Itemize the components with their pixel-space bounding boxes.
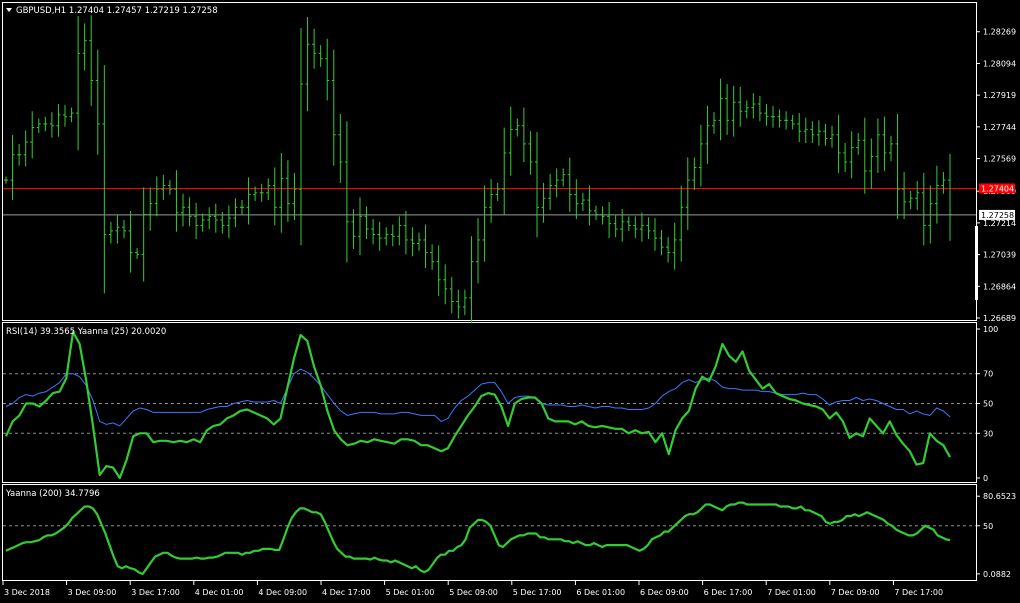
price-axis[interactable]: 1.282691.280941.279191.277441.275691.273… [976, 28, 1016, 323]
scroll-indicator[interactable] [975, 226, 978, 300]
time-tick-label: 5 Dec 09:00 [449, 588, 498, 597]
price-tick-label: 1.28094 [983, 59, 1016, 68]
rsi-tick-label: 50 [983, 400, 993, 409]
current-price-tag: 1.27258 [979, 209, 1015, 220]
red-line-price-tag: 1.27404 [979, 183, 1015, 194]
rsi-tick-label: 0 [983, 474, 988, 483]
time-tick-label: 4 Dec 17:00 [322, 588, 371, 597]
yaanna-tick-label: 80.6523 [983, 492, 1016, 501]
yaanna-header: Yaanna (200) 34.7796 [5, 489, 100, 499]
time-tick-label: 4 Dec 01:00 [195, 588, 244, 597]
time-tick-label: 6 Dec 01:00 [576, 588, 625, 597]
time-tick-label: 5 Dec 17:00 [513, 588, 562, 597]
price-tick-label: 1.27039 [983, 251, 1016, 260]
symbol-header: GBPUSD,H1 1.27404 1.27457 1.27219 1.2725… [16, 6, 218, 16]
time-tick-label: 3 Dec 17:00 [131, 588, 180, 597]
price-tick-label: 1.26864 [983, 282, 1016, 291]
rsi-axis: 100 70 50 30 0 [976, 325, 998, 483]
trading-chart[interactable]: GBPUSD,H1 1.27404 1.27457 1.27219 1.2725… [0, 0, 1020, 603]
time-tick-label: 4 Dec 09:00 [258, 588, 307, 597]
yaanna-axis: 80.6523 50 0.0882 [976, 492, 1016, 579]
rsi-tick-label: 30 [983, 429, 993, 438]
yaanna-tick-label: 50 [983, 522, 993, 531]
time-tick-label: 5 Dec 01:00 [386, 588, 435, 597]
price-tick-label: 1.26689 [983, 314, 1016, 323]
time-tick-label: 3 Dec 09:00 [68, 588, 117, 597]
time-tick-label: 7 Dec 17:00 [894, 588, 943, 597]
price-tick-label: 1.27919 [983, 91, 1016, 100]
time-tick-label: 6 Dec 09:00 [640, 588, 689, 597]
rsi-panel[interactable] [2, 322, 977, 483]
main-panel[interactable] [2, 2, 977, 321]
price-tick-label: 1.27569 [983, 155, 1016, 164]
yaanna-tick-label: 0.0882 [983, 570, 1011, 579]
time-tick-label: 7 Dec 01:00 [767, 588, 816, 597]
svg-text:1.27404: 1.27404 [981, 184, 1014, 193]
rsi-tick-label: 100 [983, 325, 998, 334]
price-tick-label: 1.27214 [983, 219, 1016, 228]
rsi-header: RSI(14) 39.3565 Yaanna (25) 20.0020 [6, 327, 166, 337]
time-tick-label: 6 Dec 17:00 [704, 588, 753, 597]
time-tick-label: 7 Dec 09:00 [831, 588, 880, 597]
price-tick-label: 1.27744 [983, 123, 1016, 132]
svg-text:1.27258: 1.27258 [981, 211, 1014, 220]
time-tick-label: 3 Dec 2018 [4, 588, 50, 597]
price-tick-label: 1.28269 [983, 28, 1016, 37]
rsi-tick-label: 70 [983, 370, 993, 379]
time-axis: 3 Dec 2018 3 Dec 09:00 3 Dec 17:00 4 Dec 01… [2, 581, 943, 597]
